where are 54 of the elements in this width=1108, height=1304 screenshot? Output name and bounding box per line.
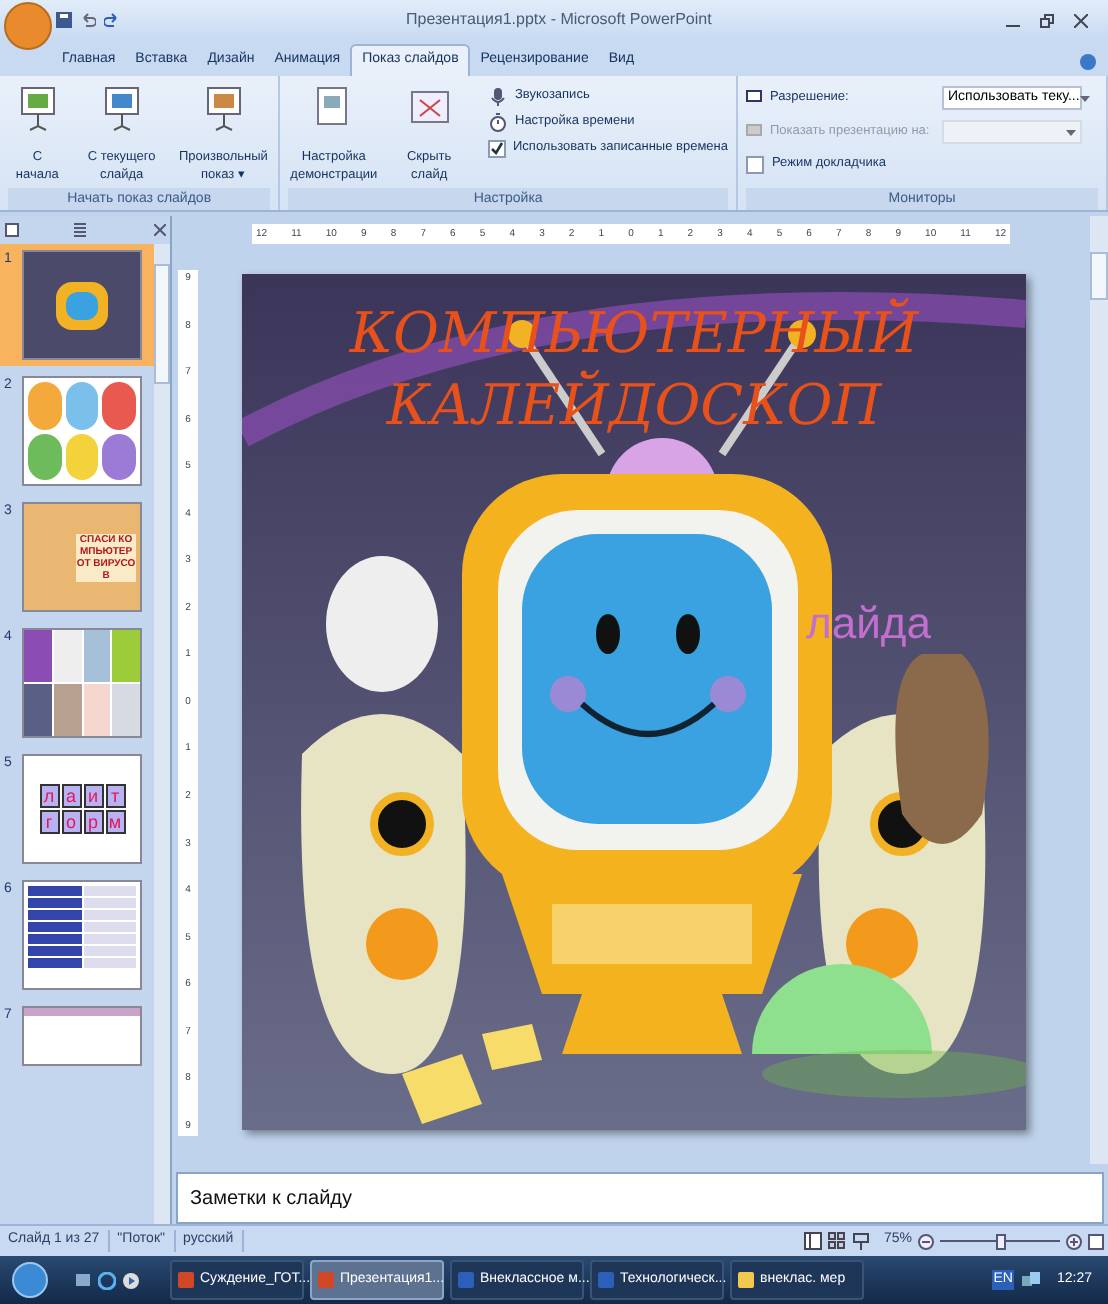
slides-tab-icon[interactable] xyxy=(4,222,20,238)
scrollbar[interactable] xyxy=(1090,216,1108,1164)
projector-screen-icon xyxy=(15,84,60,132)
slide-thumbnail[interactable] xyxy=(22,376,142,486)
zoom-slider[interactable] xyxy=(940,1233,1060,1249)
letter-tile: т xyxy=(105,784,125,808)
office-button[interactable] xyxy=(4,2,52,50)
document-icon xyxy=(458,1272,474,1288)
document-icon xyxy=(318,1272,334,1288)
stopwatch-icon xyxy=(487,112,507,132)
close-icon[interactable] xyxy=(1074,13,1088,27)
monitor-icon xyxy=(746,124,762,140)
zoom-out-icon[interactable] xyxy=(918,1233,934,1249)
checkbox[interactable] xyxy=(746,155,764,173)
help-icon[interactable] xyxy=(1080,54,1096,70)
checkbox[interactable] xyxy=(487,139,505,157)
letter-tile: л xyxy=(39,784,59,808)
window-title: Презентация1.pptx - Microsoft PowerPoint xyxy=(406,8,712,32)
close-icon[interactable] xyxy=(154,224,166,236)
slideshow-icon[interactable] xyxy=(851,1232,870,1250)
slide-thumbnail[interactable] xyxy=(22,628,142,738)
scrollbar[interactable] xyxy=(154,244,170,1224)
notes-field[interactable]: Заметки к слайду xyxy=(176,1172,1104,1224)
restore-icon[interactable] xyxy=(1040,13,1054,27)
letter-tile: о xyxy=(61,810,81,834)
letter-tile: г xyxy=(39,810,59,834)
save-icon[interactable] xyxy=(56,12,72,28)
projector-screen-icon xyxy=(201,84,246,132)
normal-view-icon[interactable] xyxy=(803,1232,822,1250)
zoom-in-icon[interactable] xyxy=(1066,1233,1082,1249)
letter-tile: и xyxy=(83,784,103,808)
slide-thumbnail[interactable] xyxy=(22,1006,142,1066)
outline-tab-icon[interactable] xyxy=(72,222,88,238)
slide-sorter-icon[interactable] xyxy=(827,1232,846,1250)
slide-thumbnail[interactable] xyxy=(22,880,142,990)
slide-thumbnail[interactable] xyxy=(22,250,142,360)
undo-icon[interactable] xyxy=(80,12,96,28)
monitor-icon xyxy=(746,90,762,106)
folder-icon xyxy=(738,1272,754,1288)
document-icon xyxy=(598,1272,614,1288)
microphone-icon xyxy=(487,86,507,106)
dropdown-field[interactable] xyxy=(942,120,1082,144)
network-icon[interactable] xyxy=(1022,1271,1041,1289)
start-button[interactable] xyxy=(12,1262,48,1298)
document-icon xyxy=(178,1272,194,1288)
media-player-icon[interactable] xyxy=(122,1271,140,1289)
fit-window-icon[interactable] xyxy=(1088,1233,1104,1249)
letter-tile: р xyxy=(83,810,103,834)
redo-icon[interactable] xyxy=(104,12,120,28)
caret-icon xyxy=(1066,129,1076,135)
caret-icon xyxy=(1079,95,1090,101)
letter-tile: а xyxy=(61,784,81,808)
letter-tile: м xyxy=(105,810,125,834)
projector-screen-icon xyxy=(99,84,144,132)
